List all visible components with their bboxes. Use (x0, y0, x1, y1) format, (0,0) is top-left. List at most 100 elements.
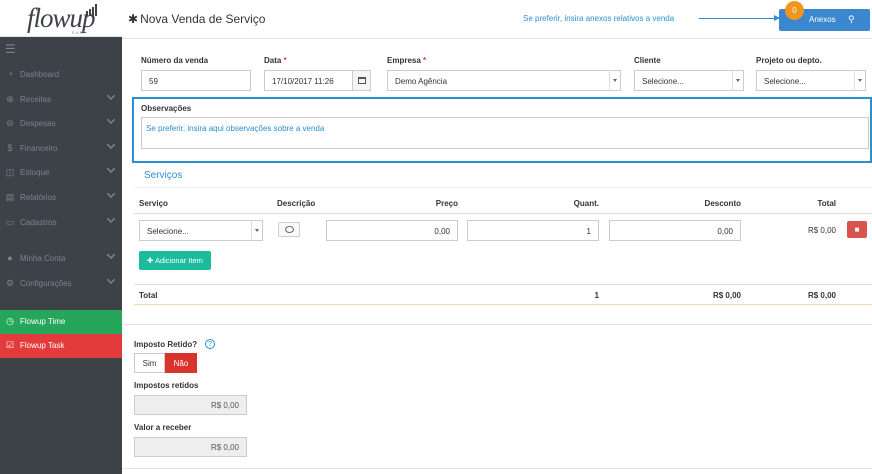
paperclip-icon: ⚲ (848, 14, 855, 24)
servico-value: Selecione... (147, 227, 189, 236)
sim-toggle[interactable]: Sim (134, 353, 165, 373)
projeto-select[interactable]: Selecione... (756, 70, 866, 91)
total-label: Total (139, 291, 158, 300)
sidebar-item-configuracoes[interactable]: ⚙ Configurações (0, 272, 122, 296)
menu-toggle-icon[interactable]: ☰ (5, 42, 16, 56)
logo-subtitle: EASY (72, 30, 87, 35)
empresa-value: Demo Agência (395, 77, 448, 86)
divider (134, 187, 872, 188)
chevron-down-icon (107, 168, 115, 173)
cliente-select[interactable]: Selecione... (634, 70, 744, 91)
col-desconto: Desconto (704, 199, 741, 208)
col-total: Total (817, 199, 836, 208)
comment-icon (285, 226, 294, 233)
minus-circle-icon: ⊖ (6, 118, 14, 128)
sidebar-item-dashboard[interactable]: ◔ Dashboard (0, 63, 122, 87)
col-preco: Preço (435, 199, 458, 208)
chevron-down-icon (251, 221, 262, 240)
descricao-button[interactable] (278, 222, 300, 237)
projeto-label: Projeto ou depto. (756, 56, 822, 65)
sidebar-item-receitas[interactable]: ⊕ Receitas (0, 88, 122, 112)
chevron-down-icon (107, 144, 115, 149)
clock-icon: ◷ (6, 316, 14, 326)
total-quant: 1 (594, 291, 599, 300)
sidebar-item-label: Receitas (20, 95, 52, 104)
data-label: Data * (264, 56, 287, 65)
chevron-down-icon (609, 71, 620, 90)
empresa-label: Empresa * (387, 56, 426, 65)
total-desconto: R$ 0,00 (712, 291, 741, 300)
observacoes-textarea[interactable]: Se preferir, insira aqui observações sob… (141, 117, 869, 149)
cliente-label: Cliente (634, 56, 661, 65)
sidebar-item-label: Estoque (20, 168, 50, 177)
user-icon: ● (7, 253, 13, 263)
sidebar-item-estoque[interactable]: ◫ Estoque (0, 161, 122, 185)
cliente-value: Selecione... (642, 77, 684, 86)
attachments-hint: Se preferir, insira anexos relativos a v… (523, 14, 675, 23)
projeto-value: Selecione... (764, 77, 806, 86)
sidebar-item-minha-conta[interactable]: ● Minha Conta (0, 247, 122, 271)
data-label-text: Data (264, 56, 282, 65)
servico-select[interactable]: Selecione... (139, 220, 263, 241)
chevron-down-icon (732, 71, 743, 90)
retidos-label: Impostos retidos (134, 381, 199, 390)
plus-icon: ✚ (147, 256, 154, 265)
sidebar-item-despesas[interactable]: ⊖ Despesas (0, 112, 122, 136)
chevron-down-icon (107, 119, 115, 124)
numero-field[interactable]: 59 (141, 70, 251, 91)
chevron-down-icon (107, 279, 115, 284)
numero-label: Número da venda (141, 56, 209, 65)
desconto-field[interactable]: 0,00 (609, 220, 741, 241)
sidebar: flowup EASY ☰ ◔ Dashboard ⊕ Receitas ⊖ D… (0, 0, 122, 474)
sidebar-item-flowup-task[interactable]: ☑ Flowup Task (0, 334, 122, 358)
divider (122, 324, 872, 325)
sidebar-item-label: Financeiro (20, 144, 58, 153)
report-icon: ▤ (5, 192, 15, 202)
col-descricao: Descrição (277, 199, 316, 208)
nao-toggle[interactable]: Não (165, 353, 197, 373)
delete-row-button[interactable]: ■ (847, 221, 867, 238)
chevron-down-icon (107, 254, 115, 259)
divider (134, 304, 872, 305)
preco-field[interactable]: 0,00 (326, 220, 458, 241)
divider (122, 38, 872, 39)
plus-circle-icon: ⊕ (6, 94, 14, 104)
receber-label: Valor a receber (134, 423, 192, 432)
sidebar-item-cadastros[interactable]: ▭ Cadastros (0, 211, 122, 235)
sidebar-item-label: Configurações (20, 279, 72, 288)
chevron-down-icon (107, 218, 115, 223)
dollar-icon: $ (7, 143, 13, 153)
sidebar-item-label: Flowup Time (20, 317, 66, 326)
divider (122, 468, 872, 469)
observacoes-panel: Observações Se preferir, insira aqui obs… (132, 97, 872, 163)
page-title-text: Nova Venda de Serviço (140, 12, 266, 26)
data-field[interactable]: 17/10/2017 11:26 (264, 70, 371, 91)
sidebar-item-label: Cadastros (20, 218, 57, 227)
sidebar-item-flowup-time[interactable]: ◷ Flowup Time (0, 310, 122, 334)
gears-icon: ⚙ (5, 278, 15, 288)
observacoes-label: Observações (141, 104, 192, 113)
add-item-button[interactable]: ✚ Adicionar Item (139, 251, 211, 270)
quant-field[interactable]: 1 (467, 220, 599, 241)
sidebar-item-relatorios[interactable]: ▤ Relatórios (0, 186, 122, 210)
data-value: 17/10/2017 11:26 (272, 77, 334, 86)
total-total: R$ 0,00 (807, 291, 836, 300)
row-total: R$ 0,00 (807, 226, 836, 235)
servicos-title: Serviços (144, 170, 183, 181)
anexos-label: Anexos (809, 15, 836, 24)
help-icon[interactable]: ? (205, 339, 215, 349)
sidebar-item-label: Flowup Task (20, 341, 65, 350)
arrow-right-icon (699, 15, 780, 21)
empresa-select[interactable]: Demo Agência (387, 70, 621, 91)
page-title: ✱ Nova Venda de Serviço (128, 12, 265, 26)
asterisk-icon: ✱ (128, 12, 139, 26)
sidebar-item-financeiro[interactable]: $ Financeiro (0, 137, 122, 161)
col-quant: Quant. (573, 199, 599, 208)
sidebar-item-label: Minha Conta (20, 254, 66, 263)
logo[interactable]: flowup EASY (0, 0, 122, 37)
checkbox-icon: ☑ (5, 340, 15, 350)
dashboard-icon: ◔ (7, 69, 13, 79)
required-mark: * (283, 56, 287, 65)
calendar-icon[interactable] (352, 71, 370, 90)
divider (134, 213, 872, 214)
